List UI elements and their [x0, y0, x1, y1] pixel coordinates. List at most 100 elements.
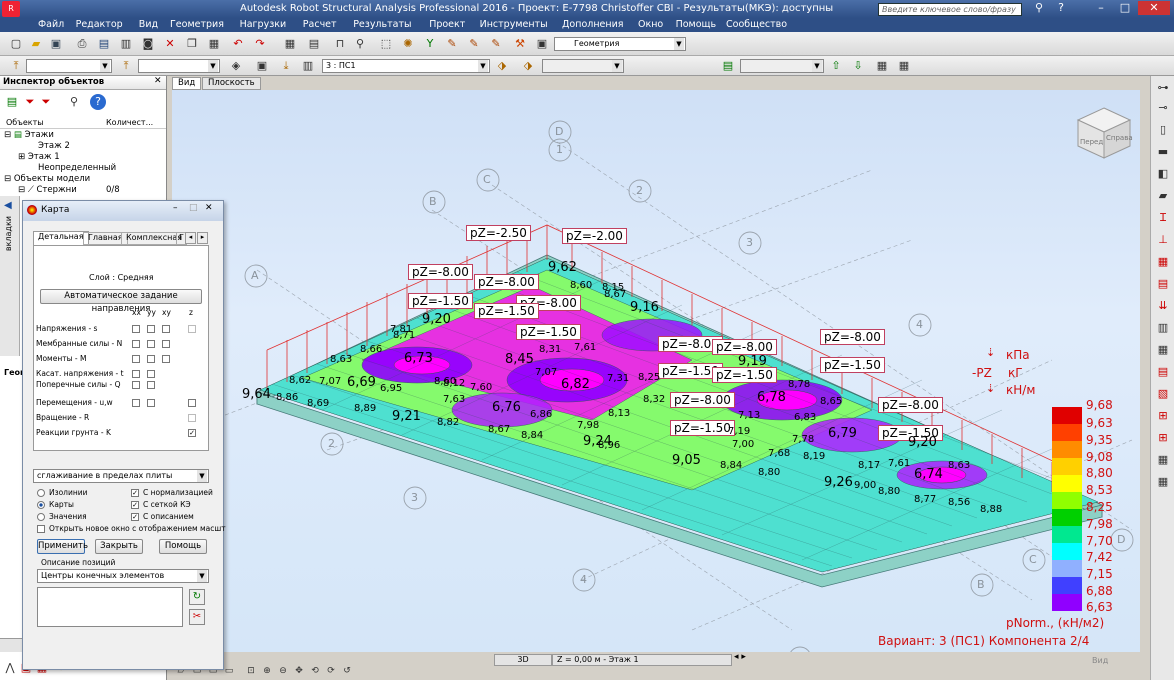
calculator-icon[interactable]: ▤ — [306, 36, 322, 52]
bar-icon[interactable]: ⤒ — [118, 58, 134, 74]
lock-icon[interactable]: ⊓ — [332, 36, 348, 52]
menu-item-11[interactable]: Помощь — [676, 19, 716, 30]
column-objects[interactable]: Объекты — [6, 118, 44, 127]
menu-item-0[interactable]: Файл — [38, 19, 64, 30]
view-cube-right[interactable]: Справа — [1106, 134, 1133, 142]
stress-xx-checkbox[interactable] — [132, 325, 140, 333]
storey-copy-icon[interactable]: ▦ — [896, 58, 912, 74]
moments-xx-checkbox[interactable] — [132, 355, 140, 363]
wrench-icon[interactable]: ⚒ — [512, 36, 528, 52]
close-button[interactable]: Закрыть — [95, 539, 143, 554]
pencil-icon[interactable]: ✎ — [444, 36, 460, 52]
tab-prev-icon[interactable]: ◂ — [185, 232, 196, 244]
bar-combo[interactable]: ▼ — [138, 59, 220, 73]
tab-view[interactable]: Вид — [172, 77, 202, 90]
close-icon[interactable]: ✕ — [205, 203, 213, 213]
rotation-checkbox[interactable] — [188, 414, 196, 422]
shear-stress-xx-checkbox[interactable] — [132, 370, 140, 378]
copy-icon[interactable]: ❐ — [184, 36, 200, 52]
normalization-checkbox[interactable]: ✓ — [131, 489, 139, 497]
description-text-area[interactable] — [37, 587, 183, 627]
description-checkbox[interactable]: ✓ — [131, 513, 139, 521]
case-icon[interactable]: ▥ — [300, 58, 316, 74]
panel-icon[interactable]: ◈ — [228, 58, 244, 74]
load-case-combo[interactable]: 3 : ПС1 ▼ — [322, 59, 490, 73]
open-new-window-checkbox[interactable] — [37, 525, 45, 533]
radio-maps[interactable] — [37, 501, 45, 509]
soil-reaction-checkbox[interactable]: ✓ — [188, 429, 196, 437]
rotate-3d-icon[interactable]: ⟳ — [324, 663, 338, 677]
screen-capture-icon[interactable]: ▥ — [118, 36, 134, 52]
delete-icon[interactable]: ✕ — [162, 36, 178, 52]
view-cube-front[interactable]: Перед — [1080, 138, 1103, 146]
menu-item-7[interactable]: Проект — [429, 19, 465, 30]
search-icon[interactable]: ⚲ — [66, 94, 82, 110]
tree-item-bars[interactable]: ⊟ ⟋ Стержни — [18, 185, 77, 195]
calc-icon[interactable]: ▦ — [1155, 474, 1171, 490]
moments-xy-checkbox[interactable] — [162, 355, 170, 363]
storey-up-icon[interactable]: ⇧ — [828, 58, 844, 74]
thickness-icon[interactable]: ▤ — [1155, 276, 1171, 292]
minimize-icon[interactable]: – — [173, 203, 178, 213]
load-label[interactable]: pZ=-1.50 — [712, 367, 777, 383]
stress-icon[interactable]: ⊞ — [1155, 430, 1171, 446]
shear-stress-yy-checkbox[interactable] — [147, 370, 155, 378]
mode-combo[interactable]: ▼ — [542, 59, 624, 73]
tree-icon[interactable]: ▤ — [4, 94, 20, 110]
membrane-xx-checkbox[interactable] — [132, 340, 140, 348]
frame-icon[interactable]: ▣ — [254, 58, 270, 74]
globe-icon[interactable]: ✺ — [400, 36, 416, 52]
panel-icon[interactable]: ▰ — [1155, 188, 1171, 204]
menu-item-2[interactable]: Вид — [139, 19, 158, 30]
undo-icon[interactable]: ↶ — [230, 36, 246, 52]
membrane-xy-checkbox[interactable] — [162, 340, 170, 348]
refresh-icon[interactable]: ↻ — [189, 589, 205, 605]
structure-icon[interactable]: ⊶ — [1155, 80, 1171, 96]
load-label[interactable]: pZ=-1.50 — [408, 293, 473, 309]
view-mode[interactable]: 3D — [494, 654, 552, 666]
menu-item-9[interactable]: Дополнения — [562, 19, 624, 30]
paste-icon[interactable]: ▦ — [206, 36, 222, 52]
model-viewport[interactable]: D 1 C 2 B 3 A 4 2 3 4 B C D pZ=-2.50 pZ=… — [172, 90, 1140, 652]
side-tab[interactable]: вкладки — [4, 216, 13, 251]
layout-icon[interactable]: ▣ — [534, 36, 550, 52]
structure-icon[interactable]: Y — [422, 36, 438, 52]
pencil-frame-icon[interactable]: ✎ — [488, 36, 504, 52]
zoom-all-icon[interactable]: ⊡ — [244, 663, 258, 677]
rotate-icon[interactable]: ⟲ — [308, 663, 322, 677]
resize-icon[interactable]: ⋀ — [2, 660, 18, 676]
reaction-icon[interactable]: ⊞ — [1155, 408, 1171, 424]
pencil-table-icon[interactable]: ✎ — [466, 36, 482, 52]
load-table-icon[interactable]: ▥ — [1155, 320, 1171, 336]
scissors-icon[interactable]: ✂ — [189, 609, 205, 625]
zoom-out-icon[interactable]: ⊖ — [276, 663, 290, 677]
storey-status[interactable]: Z = 0,00 м - Этаж 1 — [552, 654, 732, 666]
mode-icon[interactable]: ⬗ — [494, 58, 510, 74]
smoothing-select[interactable]: сглаживание в пределах плиты ▼ — [33, 469, 209, 483]
save-icon[interactable]: ▣ — [48, 36, 64, 52]
deformation-icon[interactable]: ▧ — [1155, 386, 1171, 402]
wall-icon[interactable]: ◧ — [1155, 166, 1171, 182]
status-nav-icon[interactable]: ◂ ▸ — [734, 652, 746, 662]
minimize-icon[interactable]: – — [1090, 1, 1112, 15]
load-icon[interactable]: ⇊ — [1155, 298, 1171, 314]
maximize-icon[interactable]: □ — [1114, 1, 1136, 15]
zoom-in-icon[interactable]: ⊕ — [260, 663, 274, 677]
node-combo[interactable]: ▼ — [26, 59, 112, 73]
load-label[interactable]: pZ=-1.50 — [670, 420, 735, 436]
zoom-icon[interactable]: ⚲ — [352, 36, 368, 52]
position-description-select[interactable]: Центры конечных элементов ▼ — [37, 569, 209, 583]
menu-item-5[interactable]: Расчет — [303, 19, 337, 30]
camera-icon[interactable]: ◙ — [140, 36, 156, 52]
tab-plane[interactable]: Плоскость — [202, 77, 261, 90]
load-label[interactable]: pZ=-1.50 — [820, 357, 885, 373]
map-icon[interactable]: ▤ — [1155, 364, 1171, 380]
column-count[interactable]: Количест... — [106, 118, 153, 127]
close-icon[interactable]: ✕ — [154, 76, 162, 86]
tab-next-icon[interactable]: ▸ — [197, 232, 208, 244]
stress-z-checkbox[interactable] — [188, 325, 196, 333]
release-icon[interactable]: ▯ — [1155, 122, 1171, 138]
menu-item-3[interactable]: Геометрия — [170, 19, 224, 30]
storey-combo[interactable]: ▼ — [740, 59, 824, 73]
storey-icon[interactable]: ▤ — [720, 58, 736, 74]
